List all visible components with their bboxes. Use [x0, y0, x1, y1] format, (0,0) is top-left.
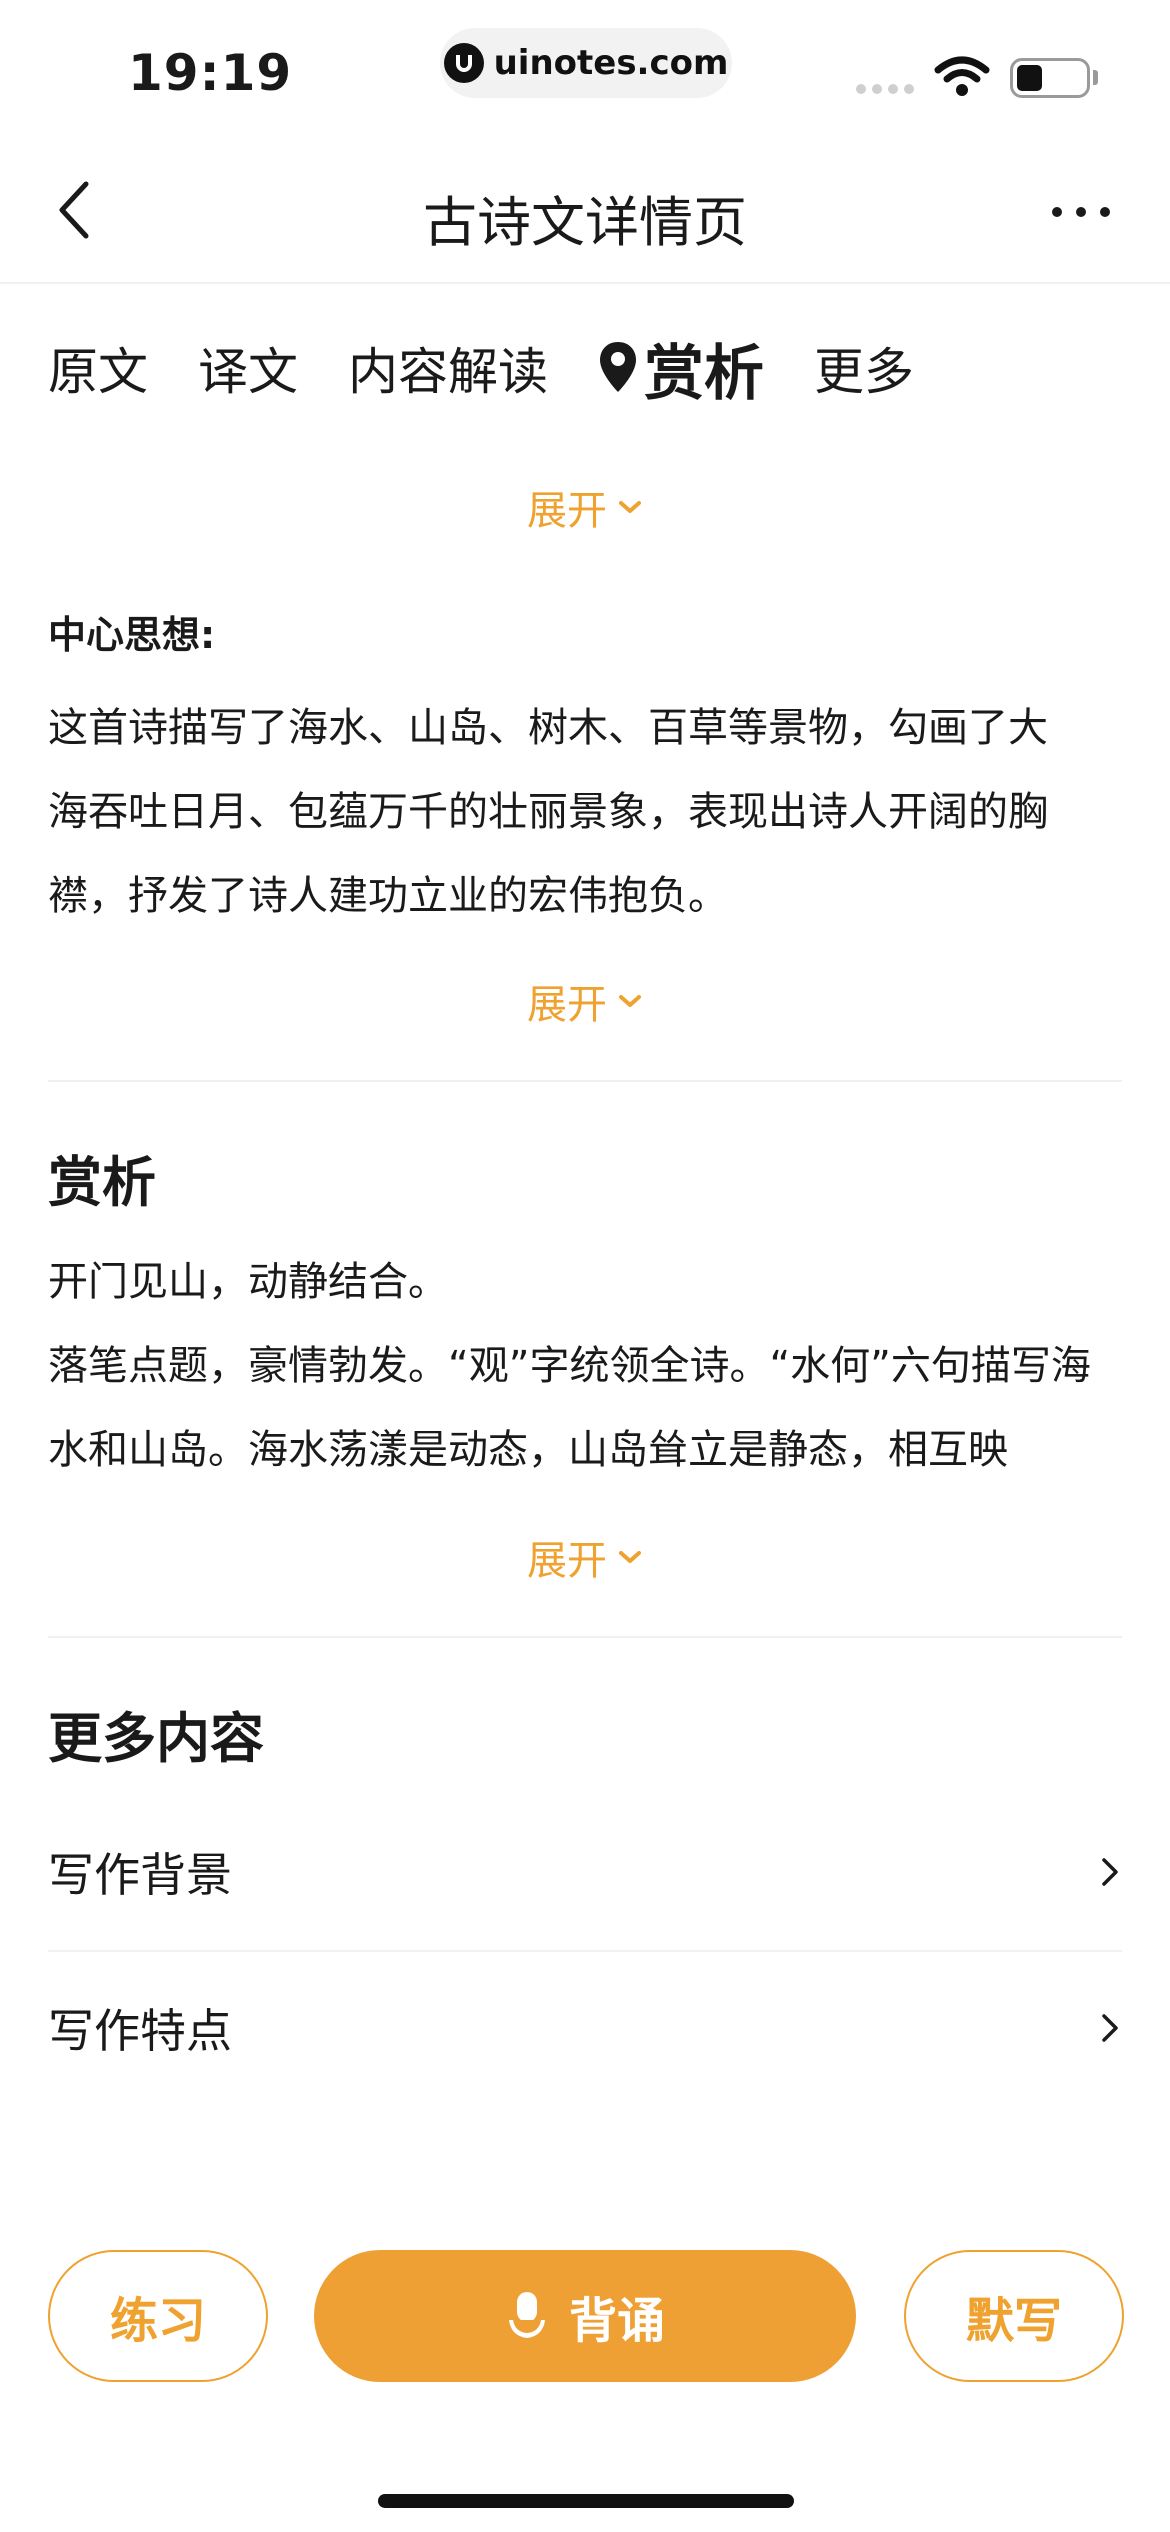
- tab-appreciation-label: 赏析: [644, 338, 764, 409]
- text-line: 海吞吐日月、包蕴万千的壮丽景象，表现出诗人开阔的胸: [48, 789, 1048, 835]
- tab-appreciation[interactable]: 赏析: [598, 325, 764, 412]
- chevron-down-icon: [619, 501, 641, 513]
- expand-button[interactable]: 展开: [0, 478, 1170, 536]
- tab-translation[interactable]: 译文: [198, 332, 298, 404]
- expand-label: 展开: [527, 1538, 607, 1584]
- text-line: 落笔点题，豪情勃发。“观”字统领全诗。“水何”六句描写海: [48, 1343, 1091, 1389]
- location-pin-icon: [600, 342, 636, 392]
- expand-button[interactable]: 展开: [0, 1528, 1170, 1586]
- center-idea-label: 中心思想:: [48, 613, 216, 657]
- chevron-down-icon: [619, 995, 641, 1007]
- expand-label: 展开: [527, 982, 607, 1028]
- more-options-button[interactable]: [1052, 192, 1122, 232]
- dictation-button[interactable]: 默写: [904, 2250, 1124, 2382]
- chevron-down-icon: [619, 1551, 641, 1563]
- expand-label: 展开: [527, 488, 607, 534]
- nav-bar: 古诗文详情页: [0, 140, 1170, 284]
- battery-tip: [1093, 70, 1098, 85]
- recite-button[interactable]: 背诵: [314, 2250, 856, 2382]
- dot-icon: [1052, 207, 1062, 217]
- url-text: uinotes.com: [493, 43, 729, 83]
- microphone-icon: [508, 2292, 545, 2338]
- practice-button[interactable]: 练习: [48, 2250, 268, 2382]
- text-line: 水和山岛。海水荡漾是动态，山岛耸立是静态，相互映: [48, 1427, 1008, 1473]
- dot-icon: [1100, 207, 1110, 217]
- list-item-writing-features[interactable]: 写作特点: [48, 1950, 1122, 2106]
- appreciation-text: 开门见山，动静结合。 落笔点题，豪情勃发。“观”字统领全诗。“水何”六句描写海 …: [48, 1240, 1122, 1492]
- tab-interpretation[interactable]: 内容解读: [348, 332, 548, 404]
- page-title: 古诗文详情页: [423, 191, 747, 254]
- site-logo-icon: [443, 43, 484, 83]
- recite-label: 背诵: [568, 2293, 665, 2349]
- status-bar: 19:19 uinotes.com: [0, 0, 1170, 140]
- list-item-label: 写作背景: [48, 1848, 232, 1902]
- tab-more[interactable]: 更多: [814, 332, 914, 404]
- dot-icon: [1076, 207, 1086, 217]
- tab-original[interactable]: 原文: [48, 332, 148, 404]
- list-item-label: 写作特点: [48, 2004, 232, 2058]
- section-tabs: 原文 译文 内容解读 赏析 更多: [48, 318, 964, 418]
- chevron-right-icon: [1102, 2014, 1118, 2042]
- url-pill[interactable]: uinotes.com: [440, 28, 732, 98]
- divider: [48, 1636, 1122, 1638]
- home-indicator: [378, 2494, 794, 2508]
- appreciation-title: 赏析: [48, 1151, 156, 1214]
- divider: [48, 1080, 1122, 1082]
- chevron-right-icon: [1102, 1858, 1118, 1886]
- wifi-icon: [934, 56, 990, 96]
- text-line: 开门见山，动静结合。: [48, 1259, 448, 1305]
- status-time: 19:19: [128, 44, 293, 102]
- center-idea-text: 这首诗描写了海水、山岛、树木、百草等景物，勾画了大 海吞吐日月、包蕴万千的壮丽景…: [48, 686, 1122, 938]
- list-item-writing-background[interactable]: 写作背景: [48, 1794, 1122, 1950]
- battery-icon: [1010, 58, 1090, 98]
- text-line: 襟，抒发了诗人建功立业的宏伟抱负。: [48, 873, 728, 919]
- expand-button[interactable]: 展开: [0, 972, 1170, 1030]
- text-line: 这首诗描写了海水、山岛、树木、百草等景物，勾画了大: [48, 705, 1048, 751]
- cellular-signal-icon: [856, 84, 914, 94]
- more-content-title: 更多内容: [48, 1707, 264, 1770]
